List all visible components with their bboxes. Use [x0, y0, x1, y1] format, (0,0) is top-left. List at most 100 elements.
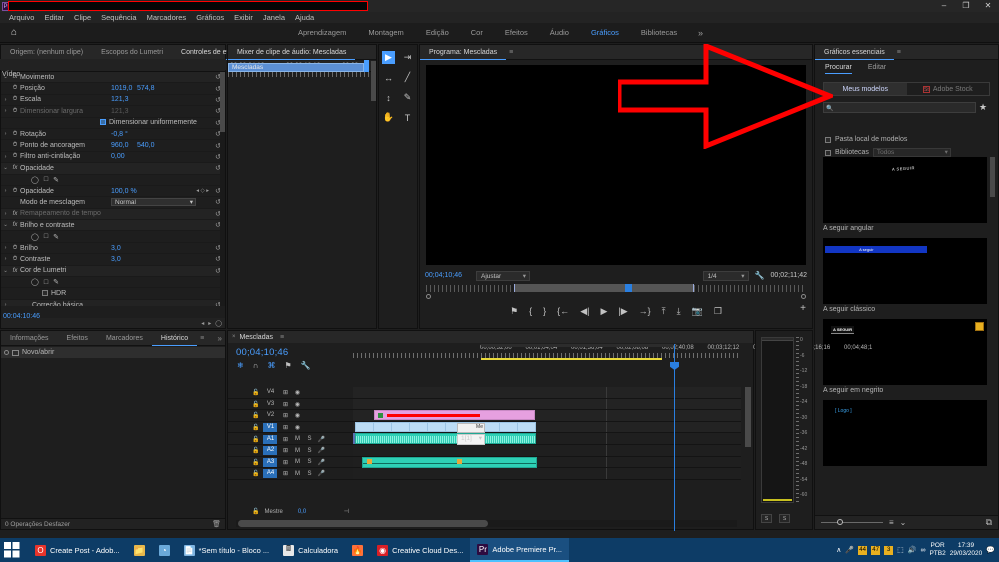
stopwatch-icon[interactable]: ⏱ [10, 131, 20, 138]
audio-keyframe-box[interactable] [457, 459, 462, 464]
program-monitor-video[interactable] [426, 65, 806, 265]
tab-essential-graphics[interactable]: Gráficos essenciais [815, 45, 894, 60]
eg-subtab-procurar[interactable]: Procurar [825, 64, 852, 74]
effect-controls-sequence-bar[interactable]: Mestre * Mescladas ▾ Mescladas * Mesclad… [1, 60, 225, 72]
tray-badge[interactable]: 44 [858, 546, 867, 555]
mark-out-button[interactable]: } [543, 306, 546, 316]
add-marker-button[interactable]: ⚑ [510, 306, 518, 317]
pen-mask-icon[interactable]: ✎ [53, 278, 59, 286]
eg-template-item[interactable]: A SEGUIRA seguir angular [823, 157, 987, 235]
slip-tool[interactable]: ↕ [382, 91, 395, 104]
track-record-icon[interactable]: 🎤 [317, 459, 325, 466]
track-lane-A1[interactable]: 1[1] [353, 433, 741, 444]
checkbox[interactable] [825, 150, 831, 156]
eg-template-thumbnail[interactable]: [ Logo ] [823, 400, 987, 466]
track-solo-icon[interactable]: S [305, 471, 313, 477]
track-header-V3[interactable]: 🔓V3⊞◉ [228, 399, 353, 411]
zoom-to-fit-icon[interactable]: ◯ [215, 320, 222, 327]
taskbar-item-calculadora[interactable]: 🖩Calculadora [276, 538, 345, 562]
track-mute-icon[interactable]: M [293, 459, 301, 465]
twirl-icon[interactable]: › [1, 188, 10, 194]
track-eye-icon[interactable]: ◉ [293, 389, 301, 396]
selection-tool[interactable]: ▶ [382, 51, 395, 64]
track-record-icon[interactable]: 🎤 [317, 436, 325, 443]
essential-graphics-source-toggle[interactable]: Meus modelosStAdobe Stock [823, 82, 990, 96]
fx-value-1[interactable]: 3,0 [111, 256, 121, 263]
effect-controls-list[interactable]: ⌄fxMovimento↺⏱Posição1019,0574,8↺›⏱Escal… [1, 72, 225, 306]
eg-library-select[interactable]: Todos [873, 148, 951, 157]
snap-toggle[interactable]: ❄ [237, 361, 244, 370]
program-playhead[interactable] [625, 284, 632, 292]
hand-tool[interactable]: ✋ [382, 111, 395, 124]
start-button-icon[interactable] [4, 542, 20, 558]
prev-keyframe-icon[interactable]: ◂ [201, 320, 204, 327]
eg-template-thumbnail[interactable]: A SEGUIR [823, 319, 987, 385]
eg-subtab-editar[interactable]: Editar [868, 64, 886, 74]
track-sync-icon[interactable]: ⊞ [281, 459, 289, 466]
track-lock-icon[interactable]: 🔓 [252, 470, 259, 477]
eg-template-item[interactable]: [ Logo ] [823, 400, 987, 466]
workspace-tab-grficos[interactable]: Gráficos [591, 28, 619, 37]
ellipse-mask-icon[interactable]: ◯ [31, 233, 39, 241]
fx-value-1[interactable]: 0,00 [111, 153, 125, 160]
clip-v1-selected-segment[interactable]: Me [457, 423, 485, 433]
chevron-down-icon[interactable]: ⌄ [900, 518, 907, 527]
step-back-button[interactable]: ◀| [580, 306, 589, 317]
pen-mask-icon[interactable]: ✎ [53, 233, 59, 241]
track-mute-icon[interactable]: M [293, 471, 301, 477]
history-overflow-icon[interactable]: » [218, 334, 222, 343]
track-name-V1[interactable]: V1 [263, 423, 277, 432]
menu-item-janela[interactable]: Janela [258, 13, 290, 22]
minimize-button[interactable]: – [933, 0, 955, 12]
timeline-tool-buttons[interactable]: ❄∩⌘⚑🔧 [228, 358, 353, 370]
track-sync-icon[interactable]: ⊞ [281, 412, 289, 419]
twirl-icon[interactable]: › [1, 245, 10, 251]
stopwatch-icon[interactable]: ⏱ [10, 85, 20, 92]
track-lane-A4[interactable] [353, 468, 741, 479]
master-lock-icon[interactable]: 🔓 [252, 508, 259, 515]
track-lane-V2[interactable] [353, 410, 741, 421]
track-lock-icon[interactable]: 🔓 [252, 459, 259, 466]
program-work-area[interactable] [514, 284, 694, 292]
essential-graphics-template-grid[interactable]: A SEGUIRA seguir angularA seguirA seguir… [823, 157, 987, 507]
tools-panel[interactable]: ▶⇥↔╱↕✎✋T [378, 44, 418, 329]
comparison-view-button[interactable]: ❐ [714, 306, 722, 317]
mask-shape-tools[interactable]: ◯□✎ [31, 176, 59, 184]
menu-item-clipe[interactable]: Clipe [69, 13, 96, 22]
timeline-settings-button[interactable]: 🔧 [301, 361, 311, 370]
close-button[interactable]: ✕ [977, 0, 999, 12]
track-name-A4[interactable]: A4 [263, 469, 277, 478]
workspace-tab-edio[interactable]: Edição [426, 28, 449, 37]
menu-item-marcadores[interactable]: Marcadores [142, 13, 192, 22]
tray-network-icon[interactable]: ∞ [920, 547, 925, 554]
twirl-icon[interactable]: ⌄ [1, 165, 10, 171]
workspace-tab-efeitos[interactable]: Efeitos [505, 28, 528, 37]
essential-graphics-subtabs[interactable]: Procurar Editar [815, 60, 998, 74]
track-name-V3[interactable]: V3 [263, 400, 277, 409]
effect-controls-tabbar[interactable]: Origem: (nenhum clipe)Escopos do Lumetri… [1, 45, 225, 60]
close-icon[interactable]: × [232, 334, 236, 340]
zoom-level-select[interactable]: Ajustar [476, 271, 530, 281]
keyframe-nav[interactable]: ◂ ◇ ▸ [196, 188, 209, 194]
audio-clip-mixer-clip[interactable]: Mescladas [228, 63, 364, 72]
track-mute-icon[interactable]: M [293, 436, 301, 442]
workspace-tab-aprendizagem[interactable]: Aprendizagem [298, 28, 346, 37]
eg-template-thumbnail[interactable]: A seguir [823, 238, 987, 304]
checkbox-wrap[interactable] [100, 119, 106, 126]
tab-marcadores[interactable]: Marcadores [97, 331, 152, 346]
audio-keyframe-box[interactable] [367, 459, 372, 464]
lift-button[interactable]: ⤒ [662, 306, 666, 317]
track-sync-icon[interactable]: ⊞ [281, 389, 289, 396]
fx-value-1[interactable]: 960,0 [111, 142, 129, 149]
audio-clip-mixer-scrollbar[interactable] [371, 61, 376, 101]
track-header-V4[interactable]: 🔓V4⊞◉ [228, 387, 353, 399]
track-name-A2[interactable]: A2 [263, 446, 277, 455]
stopwatch-icon[interactable]: ⏱ [10, 245, 20, 252]
taskbar-item-[interactable]: ◔ [152, 538, 177, 562]
history-panel-menu-icon[interactable]: ≡ [200, 335, 204, 342]
fx-value-2[interactable]: 574,8 [137, 85, 155, 92]
list-view-icon[interactable]: ≡ [889, 518, 894, 527]
tray-language[interactable]: PORPTB2 [929, 542, 945, 558]
stopwatch-icon[interactable]: ⏱ [10, 96, 20, 103]
go-to-in-button[interactable]: {← [557, 306, 569, 316]
